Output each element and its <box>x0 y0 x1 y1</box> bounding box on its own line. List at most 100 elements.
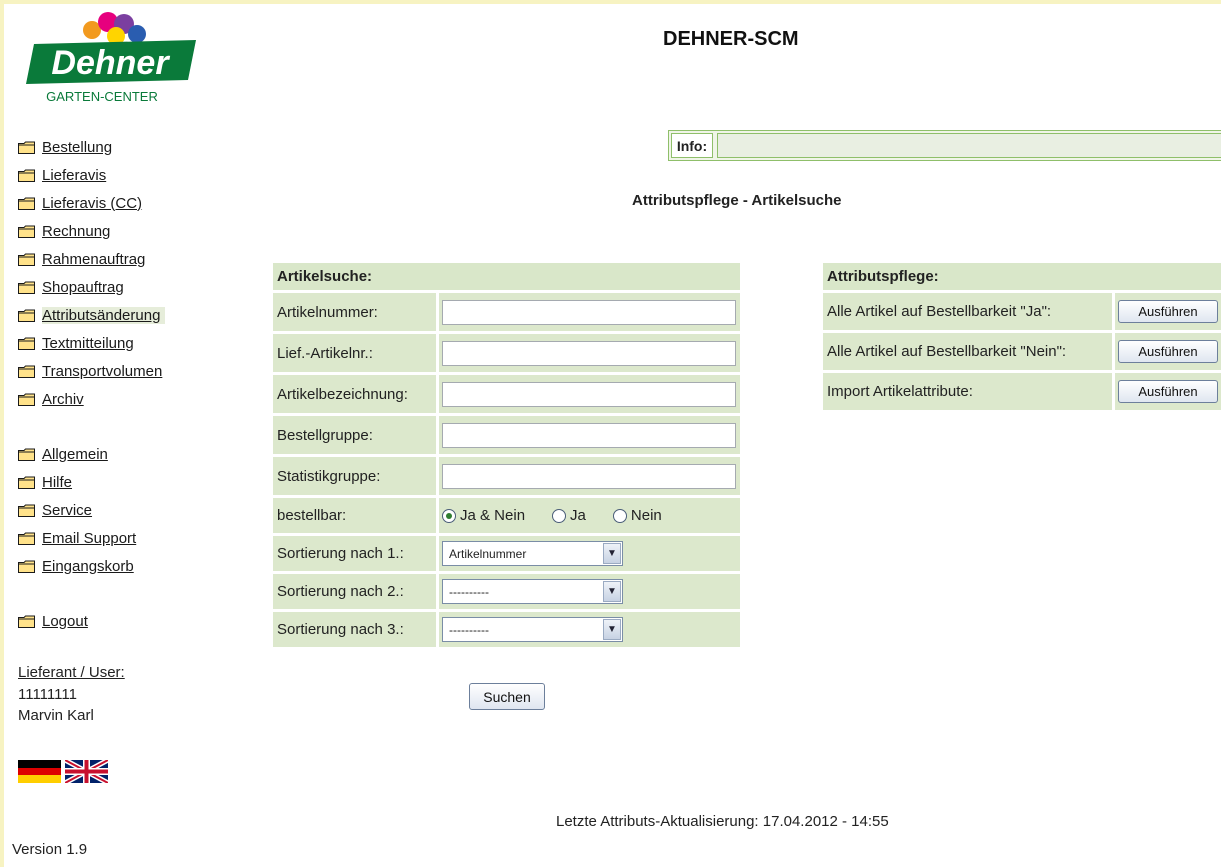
sidebar-item-label[interactable]: Eingangskorb <box>42 558 134 575</box>
attribute-maintenance-panel: Attributspflege: Alle Artikel auf Bestel… <box>823 263 1221 410</box>
sort-2-select[interactable]: ---------- ▼ <box>442 579 623 604</box>
sidebar-item-label[interactable]: Rahmenauftrag <box>42 251 145 268</box>
attribute-maintenance-header: Attributspflege: <box>823 263 1221 290</box>
sidebar-item-rechnung[interactable]: Rechnung <box>18 217 208 245</box>
sidebar-item-label[interactable]: Service <box>42 502 92 519</box>
run-orderable-no-button[interactable]: Ausführen <box>1118 340 1218 363</box>
folder-icon <box>18 532 35 545</box>
chevron-down-icon: ▼ <box>603 581 621 602</box>
search-button[interactable]: Suchen <box>469 683 545 710</box>
run-orderable-yes-button[interactable]: Ausführen <box>1118 300 1218 323</box>
article-description-input[interactable] <box>442 381 736 407</box>
page-title: Attributspflege - Artikelsuche <box>632 192 842 209</box>
statistic-group-label: Statistikgruppe: <box>273 457 436 495</box>
supplier-article-number-input[interactable] <box>442 340 736 366</box>
sort-3-value: ---------- <box>449 622 489 637</box>
left-frame-border <box>0 0 4 867</box>
order-group-input[interactable] <box>442 422 736 448</box>
sidebar-item-archiv[interactable]: Archiv <box>18 385 208 413</box>
sidebar-item-label[interactable]: Transportvolumen <box>42 363 162 380</box>
radio-selected-icon <box>442 508 456 523</box>
sort-1-value: Artikelnummer <box>449 546 527 561</box>
sidebar-item-allgemein[interactable]: Allgemein <box>18 440 208 468</box>
sidebar-item-label[interactable]: Lieferavis <box>42 167 106 184</box>
sidebar-item-hilfe[interactable]: Hilfe <box>18 468 208 496</box>
user-label: Lieferant / User: <box>18 664 125 681</box>
sidebar-item-label[interactable]: Bestellung <box>42 139 112 156</box>
orderable-both-radio[interactable]: Ja & Nein <box>442 507 525 524</box>
orderable-label: bestellbar: <box>273 498 436 533</box>
sidebar-item-label[interactable]: Shopauftrag <box>42 279 124 296</box>
sidebar-item-bestellung[interactable]: Bestellung <box>18 133 208 161</box>
folder-icon <box>18 281 35 294</box>
sidebar-item-lieferavis-cc[interactable]: Lieferavis (CC) <box>18 189 208 217</box>
folder-icon <box>18 337 35 350</box>
sort-2-label: Sortierung nach 2.: <box>273 574 436 609</box>
folder-icon <box>18 476 35 489</box>
sidebar-item-label[interactable]: Textmitteilung <box>42 335 134 352</box>
sidebar-item-label[interactable]: Logout <box>42 613 88 630</box>
order-group-label: Bestellgruppe: <box>273 416 436 454</box>
folder-icon <box>18 393 35 406</box>
sidebar-item-attributsänderung[interactable]: Attributsänderung <box>18 301 208 329</box>
folder-icon <box>18 365 35 378</box>
sort-1-label: Sortierung nach 1.: <box>273 536 436 571</box>
top-frame-border <box>0 0 1221 4</box>
sidebar-item-email-support[interactable]: Email Support <box>18 524 208 552</box>
dehner-logo: Dehner GARTEN-CENTER <box>20 8 200 108</box>
sidebar-item-transportvolumen[interactable]: Transportvolumen <box>18 357 208 385</box>
info-box: Info: <box>668 130 1221 161</box>
sort-1-select[interactable]: Artikelnummer ▼ <box>442 541 623 566</box>
article-number-input[interactable] <box>442 299 736 325</box>
folder-icon <box>18 560 35 573</box>
sidebar-item-label[interactable]: Rechnung <box>42 223 110 240</box>
folder-icon <box>18 504 35 517</box>
info-field <box>717 133 1221 158</box>
version-text: Version 1.9 <box>12 841 88 858</box>
sidebar-item-label[interactable]: Hilfe <box>42 474 72 491</box>
sort-3-label: Sortierung nach 3.: <box>273 612 436 647</box>
sidebar-item-eingangskorb[interactable]: Eingangskorb <box>18 552 208 580</box>
german-flag-icon[interactable] <box>18 760 61 783</box>
folder-icon <box>18 309 35 322</box>
folder-icon <box>18 225 35 238</box>
app-title: DEHNER-SCM <box>663 28 799 50</box>
sidebar-nav: Bestellung Lieferavis Lieferavis (CC) Rechn… <box>18 133 208 635</box>
radio-icon <box>552 508 567 523</box>
statistic-group-input[interactable] <box>442 463 736 489</box>
user-name: Marvin Karl <box>18 707 94 724</box>
run-import-attributes-button[interactable]: Ausführen <box>1118 380 1218 403</box>
sidebar-item-label[interactable]: Allgemein <box>42 446 108 463</box>
sidebar-item-service[interactable]: Service <box>18 496 208 524</box>
folder-icon <box>18 197 35 210</box>
article-search-form: Artikelsuche: Artikelnummer: Lief.-Artik… <box>273 263 740 647</box>
orderable-no-radio[interactable]: Nein <box>612 507 662 524</box>
orderable-yes-label: Ja <box>570 507 586 524</box>
info-label: Info: <box>671 133 713 158</box>
all-orderable-no-label: Alle Artikel auf Bestellbarkeit "Nein": <box>823 333 1112 370</box>
article-description-label: Artikelbezeichnung: <box>273 375 436 413</box>
sidebar-item-lieferavis[interactable]: Lieferavis <box>18 161 208 189</box>
sidebar-item-label[interactable]: Attributsänderung <box>42 306 166 324</box>
sidebar-item-label[interactable]: Archiv <box>42 391 84 408</box>
sort-3-select[interactable]: ---------- ▼ <box>442 617 623 642</box>
sort-2-value: ---------- <box>449 584 489 599</box>
orderable-yes-radio[interactable]: Ja <box>552 507 586 524</box>
article-search-header: Artikelsuche: <box>273 263 740 290</box>
sidebar-item-logout[interactable]: Logout <box>18 607 208 635</box>
sidebar-item-rahmenauftrag[interactable]: Rahmenauftrag <box>18 245 208 273</box>
uk-flag-icon[interactable] <box>63 757 110 786</box>
user-id: 11111111 <box>18 686 77 703</box>
folder-icon <box>18 615 35 628</box>
sidebar-item-label[interactable]: Lieferavis (CC) <box>42 195 142 212</box>
chevron-down-icon: ▼ <box>603 543 621 564</box>
orderable-no-label: Nein <box>630 507 662 524</box>
sidebar-item-textmitteilung[interactable]: Textmitteilung <box>18 329 208 357</box>
sidebar-item-shopauftrag[interactable]: Shopauftrag <box>18 273 208 301</box>
chevron-down-icon: ▼ <box>603 619 621 640</box>
last-update-text: Letzte Attributs-Aktualisierung: 17.04.2… <box>556 813 889 830</box>
folder-icon <box>18 448 35 461</box>
sidebar-item-label[interactable]: Email Support <box>42 530 136 547</box>
